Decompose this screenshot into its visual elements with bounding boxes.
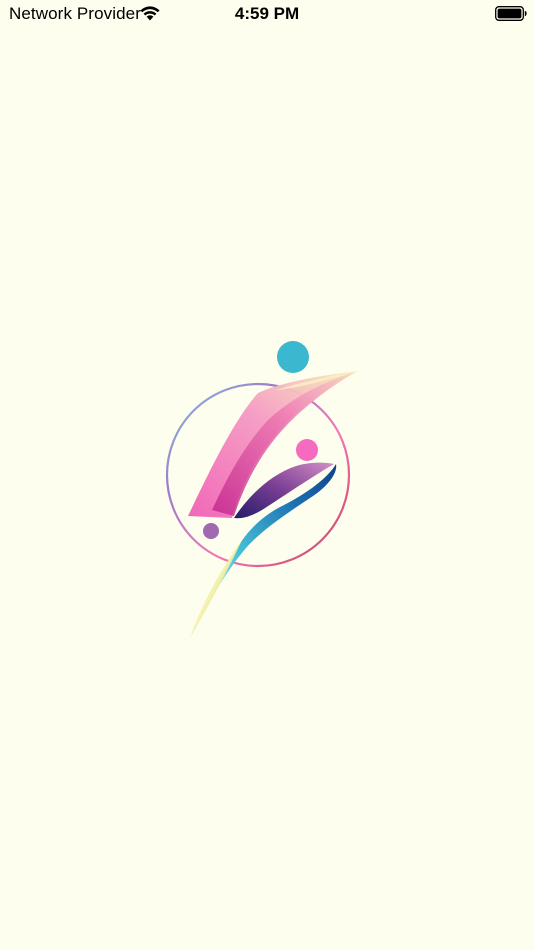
abstract-figure-logo-icon — [165, 341, 358, 638]
battery-full-icon — [495, 6, 527, 21]
status-bar: Network Provider 4:59 PM — [0, 0, 534, 28]
status-time: 4:59 PM — [234, 4, 300, 23]
